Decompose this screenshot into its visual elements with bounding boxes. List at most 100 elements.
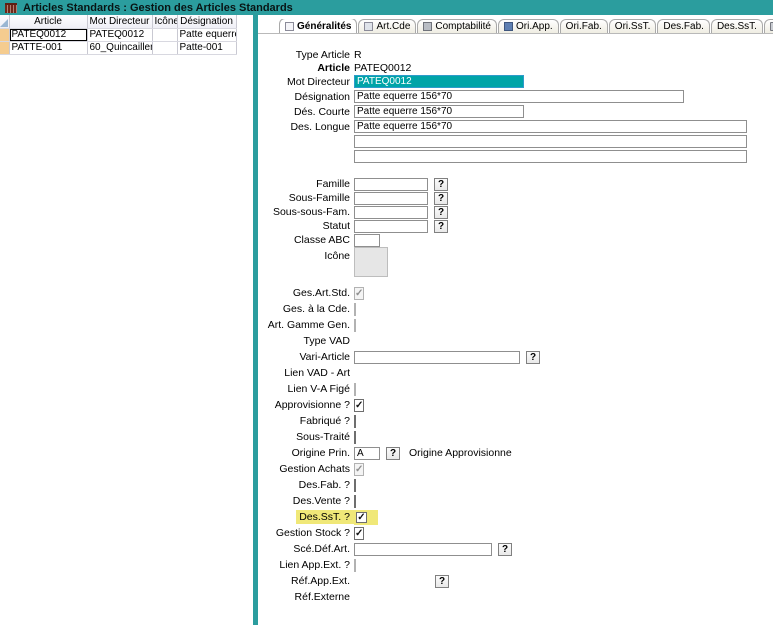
vari-article-help-button[interactable]: ? — [526, 351, 540, 364]
field-label-text: Famille — [316, 178, 350, 190]
cell-article[interactable]: PATEQ0012 — [9, 28, 87, 41]
sous-famille-input[interactable] — [354, 192, 428, 205]
field-label-ges-art-std: Ges.Art.Std. — [258, 287, 354, 299]
field-label-des-sst: Des.SsT. ? — [258, 511, 354, 523]
field-control-approvisionne: ✓ — [354, 399, 773, 411]
app-icon — [504, 22, 513, 31]
des-longue-2-input[interactable] — [354, 135, 747, 148]
column-header-mot-directeur[interactable]: Mot Directeur — [87, 15, 152, 28]
cell-mot-directeur[interactable]: PATEQ0012 — [87, 28, 152, 41]
form-row-art-gamme-gen: Art. Gamme Gen. — [258, 317, 773, 333]
sous-sous-fam-help-button[interactable]: ? — [434, 206, 448, 219]
column-header-icone[interactable]: Icône — [152, 15, 177, 28]
field-label-gestion-stock: Gestion Stock ? — [258, 527, 354, 539]
des-longue-input[interactable] — [354, 120, 747, 133]
column-header-article[interactable]: Article — [9, 15, 87, 28]
cell-icone[interactable] — [152, 28, 177, 41]
origine-prin-input[interactable] — [354, 447, 380, 460]
origine-prin-help-button[interactable]: ? — [386, 447, 400, 460]
field-label-text: Vari-Article — [299, 351, 350, 363]
des-courte-input[interactable] — [354, 105, 524, 118]
sous-traite-checkbox[interactable] — [354, 431, 356, 444]
statut-input[interactable] — [354, 220, 428, 233]
icone-image-box[interactable] — [354, 247, 388, 277]
form-row-des-fab: Des.Fab. ? — [258, 477, 773, 493]
field-label-ges-a-la-cde: Ges. à la Cde. — [258, 303, 354, 315]
table-row[interactable]: PATTE-00160_Quincaillerie Patte-001 — [0, 41, 236, 54]
field-control-ref-app-ext: ? — [354, 575, 773, 588]
field-label-text: Gestion Achats — [279, 463, 350, 475]
article-list-panel: ArticleMot DirecteurIcôneDésignation PAT… — [0, 15, 253, 625]
cell-designation[interactable]: Patte-001 — [177, 41, 236, 54]
vari-article-input[interactable] — [354, 351, 520, 364]
classe-abc-input[interactable] — [354, 234, 380, 247]
tab-ori-fab[interactable]: Ori.Fab. — [560, 19, 608, 33]
application-window: Articles Standards : Gestion des Article… — [0, 0, 773, 625]
field-label-mot-directeur: Mot Directeur — [258, 76, 354, 88]
form-row-mot-directeur: Mot Directeur — [258, 74, 773, 89]
field-label-text: Art. Gamme Gen. — [268, 319, 350, 331]
tab-des-sst[interactable]: Des.SsT. — [711, 19, 763, 33]
lien-app-ext-checkbox-wrap — [354, 559, 356, 571]
tab-des-fab[interactable]: Des.Fab. — [657, 19, 710, 33]
form-row-sous-famille: Sous-Famille? — [258, 191, 773, 205]
ref-app-ext-help-button[interactable]: ? — [435, 575, 449, 588]
field-label-text: Sous-Traité — [296, 431, 350, 443]
field-label-text: Lien VAD - Art — [284, 367, 350, 379]
cell-designation[interactable]: Patte equerre 156*70 — [177, 28, 236, 41]
sous-sous-fam-input[interactable] — [354, 206, 428, 219]
field-label-approvisionne: Approvisionne ? — [258, 399, 354, 411]
table-row[interactable]: PATEQ0012PATEQ0012 Patte equerre 156*70 — [0, 28, 236, 41]
tab-comptabilite[interactable]: Comptabilité — [417, 19, 497, 33]
form-row-sous-traite: Sous-Traité — [258, 429, 773, 445]
mot-directeur-input[interactable] — [354, 75, 524, 88]
field-label-text: Ges.Art.Std. — [293, 287, 350, 299]
field-label-des-vente: Des.Vente ? — [258, 495, 354, 507]
cabinet-icon — [423, 22, 432, 31]
column-header-designation[interactable]: Désignation — [177, 15, 236, 28]
field-label-text: Approvisionne ? — [275, 399, 350, 411]
designation-input[interactable] — [354, 90, 684, 103]
field-label-classe-abc: Classe ABC — [258, 234, 354, 246]
tab-generalites[interactable]: Généralités — [279, 19, 357, 33]
field-control-des-sst: ✓ — [354, 510, 773, 525]
gestion-stock-checkbox[interactable]: ✓ — [354, 527, 364, 540]
des-fab-checkbox[interactable] — [354, 479, 356, 492]
corner-triangle-icon — [0, 19, 8, 27]
tab-ori-app[interactable]: Ori.App. — [498, 19, 559, 33]
des-vente-checkbox[interactable] — [354, 495, 356, 508]
field-control-des-longue-3 — [354, 150, 773, 163]
row-gutter[interactable] — [0, 41, 9, 54]
cell-mot-directeur[interactable]: 60_Quincaillerie — [87, 41, 152, 54]
des-longue-3-input[interactable] — [354, 150, 747, 163]
famille-input[interactable] — [354, 178, 428, 191]
row-gutter[interactable] — [0, 28, 9, 41]
field-label-lien-app-ext: Lien App.Ext. ? — [258, 559, 354, 571]
famille-help-button[interactable]: ? — [434, 178, 448, 191]
field-label-article: Article — [258, 62, 354, 74]
field-control-sous-famille: ? — [354, 192, 773, 205]
field-label-text: Lien App.Ext. ? — [279, 559, 350, 571]
approvisionne-checkbox[interactable]: ✓ — [354, 399, 364, 412]
sous-famille-help-button[interactable]: ? — [434, 192, 448, 205]
fabrique-checkbox[interactable] — [354, 415, 356, 428]
sce-def-art-input[interactable] — [354, 543, 492, 556]
cell-icone[interactable] — [152, 41, 177, 54]
field-control-des-vente — [354, 495, 773, 507]
tab-label: Art.Cde — [376, 21, 410, 32]
gestion-stock-checkbox-wrap: ✓ — [354, 527, 364, 539]
field-label-ref-externe: Réf.Externe — [258, 591, 354, 603]
field-control-lien-app-ext — [354, 559, 773, 571]
cell-article[interactable]: PATTE-001 — [9, 41, 87, 54]
form-spacer — [258, 164, 773, 177]
field-label-text: Origine Prin. — [292, 447, 350, 459]
statut-help-button[interactable]: ? — [434, 220, 448, 233]
sce-def-art-help-button[interactable]: ? — [498, 543, 512, 556]
select-all-corner[interactable] — [0, 15, 9, 28]
field-control-art-gamme-gen — [354, 319, 773, 331]
tab-ori-sst[interactable]: Ori.SsT. — [609, 19, 657, 33]
tab-art-cde[interactable]: Art.Cde — [358, 19, 416, 33]
form-row-classe-abc: Classe ABC — [258, 233, 773, 247]
tab-des-vte[interactable]: Des.Vte. — [764, 19, 773, 33]
des-sst-checkbox[interactable]: ✓ — [356, 512, 367, 523]
